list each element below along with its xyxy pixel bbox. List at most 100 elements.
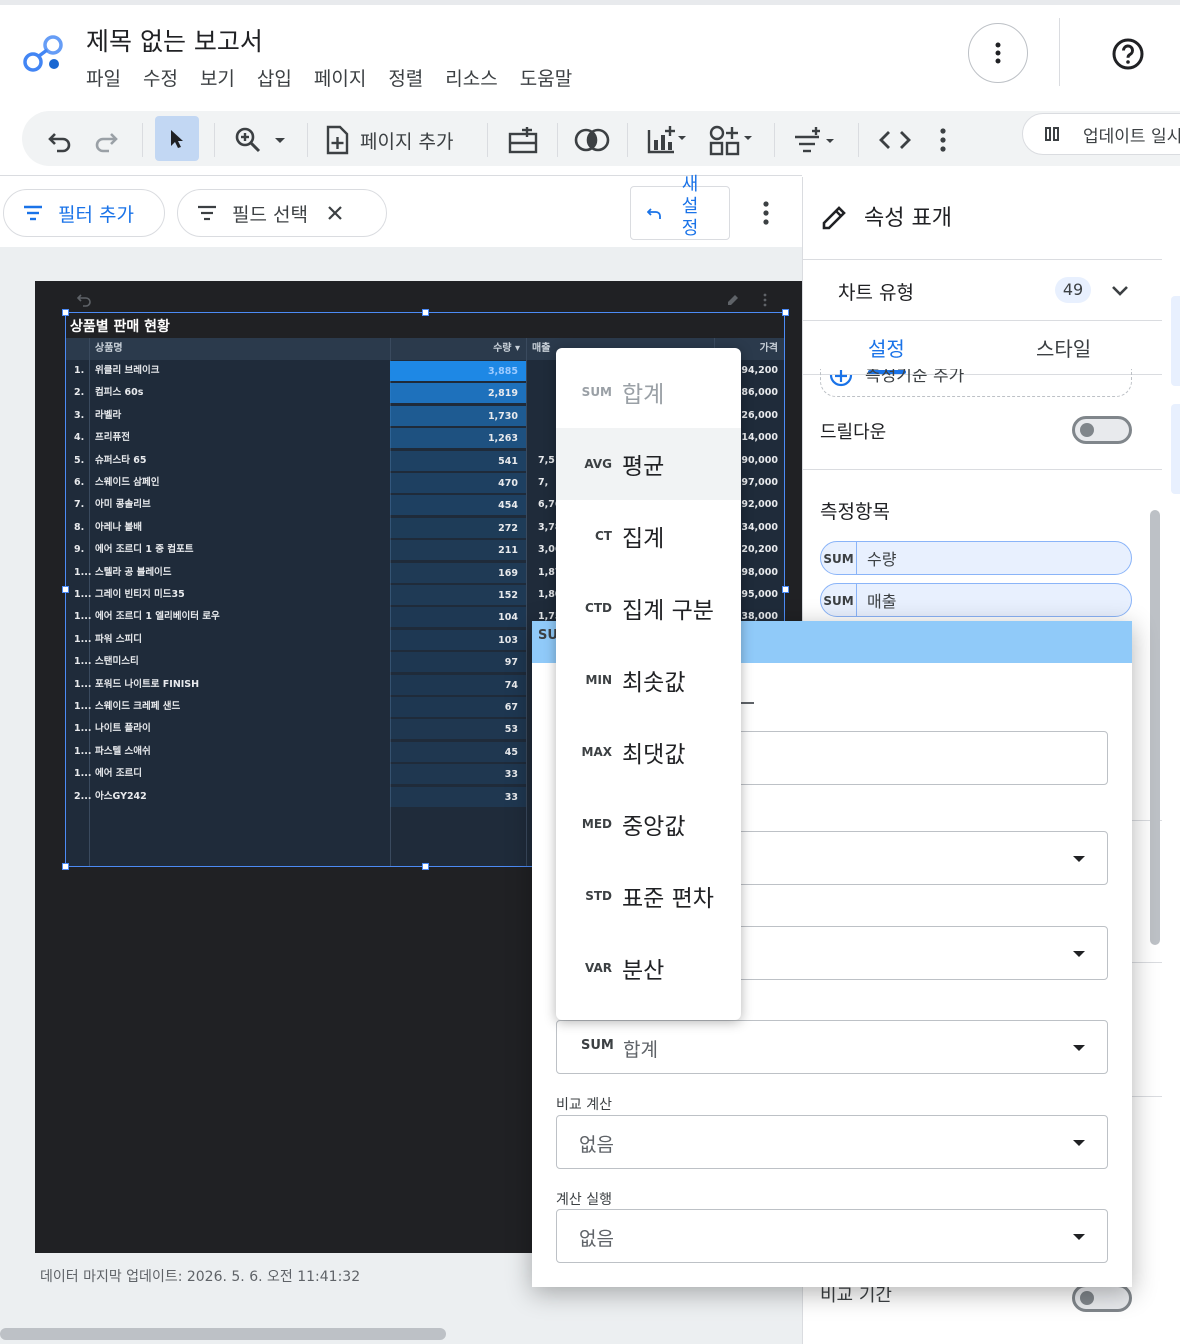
filter-add-icon: [795, 127, 834, 153]
resize-handle[interactable]: [782, 309, 789, 316]
menu-page[interactable]: 페이지: [314, 64, 366, 91]
add-dimension-button[interactable]: 측정기준 추가: [820, 369, 1132, 397]
running-calc-value: 없음: [579, 1228, 614, 1250]
menu-view[interactable]: 보기: [200, 64, 235, 91]
column-header-qty[interactable]: 수량 ▾: [390, 338, 520, 360]
add-filter-chip[interactable]: 필터 추가: [3, 189, 165, 237]
agg-menu-item-ct[interactable]: CT 집계: [556, 500, 741, 572]
menu-arrange[interactable]: 정렬: [388, 64, 423, 91]
chart-edit-icon[interactable]: [726, 293, 740, 307]
row-rank: 1...: [74, 656, 92, 668]
aggregation-value: 합계: [623, 1039, 658, 1061]
toolbar-more-button[interactable]: [928, 121, 958, 159]
metric-chip-revenue[interactable]: SUM 매출: [820, 583, 1132, 617]
agg-label: 평균: [622, 454, 665, 480]
menu-file[interactable]: 파일: [86, 64, 121, 91]
row-rank: 7.: [74, 499, 85, 511]
compare-period-toggle[interactable]: [1072, 1284, 1132, 1312]
row-product-name: 에어 조르디 1 중 컴포트: [95, 544, 194, 556]
looker-studio-logo-icon[interactable]: [22, 32, 66, 76]
row-product-name: 파스텔 스애쉬: [95, 745, 151, 757]
row-rank: 1...: [74, 723, 92, 735]
compare-calc-label: 비교 계산: [556, 1097, 612, 1113]
help-icon[interactable]: [1108, 34, 1148, 74]
add-control-button[interactable]: [706, 121, 758, 159]
zoom-button[interactable]: [228, 121, 294, 159]
column-header-name[interactable]: 상품명: [95, 338, 123, 360]
add-page-button[interactable]: 페이지 추가: [324, 121, 474, 159]
agg-menu-item-std[interactable]: STD 표준 편차: [556, 860, 741, 932]
filterbar-more-button[interactable]: [756, 198, 776, 228]
agg-code: MED: [581, 817, 612, 831]
row-rank: 1...: [74, 768, 92, 780]
resize-handle[interactable]: [62, 309, 69, 316]
undo-button[interactable]: [40, 121, 80, 159]
close-icon[interactable]: [326, 204, 344, 222]
toolbar-divider: [307, 123, 308, 157]
app-window: 제목 없는 보고서 파일 수정 보기 삽입 페이지 정렬 리소스 도움말 페이지…: [0, 0, 1180, 1344]
agg-menu-item-med[interactable]: MED 중앙값: [556, 788, 741, 860]
resize-handle[interactable]: [782, 586, 789, 593]
resize-handle[interactable]: [422, 309, 429, 316]
row-product-name: 아스GY242: [95, 790, 147, 802]
row-qty-cell: 272: [390, 517, 526, 538]
menu-resource[interactable]: 리소스: [445, 64, 497, 91]
row-rank: 1.: [74, 365, 85, 376]
redo-button[interactable]: [86, 121, 126, 159]
metric-chip-qty[interactable]: SUM 수량: [820, 541, 1132, 575]
row-product-name: 포워드 나이트로 FINISH: [95, 678, 200, 690]
chart-undo-icon[interactable]: [76, 293, 94, 307]
add-filter-control-button[interactable]: [790, 121, 842, 159]
row-product-name: 아레나 볼배: [95, 521, 143, 533]
row-rank: 1...: [74, 678, 92, 690]
more-options-button[interactable]: [968, 23, 1028, 83]
report-title[interactable]: 제목 없는 보고서: [86, 22, 263, 58]
menu-edit[interactable]: 수정: [143, 64, 178, 91]
row-qty-cell: 104: [390, 607, 526, 628]
drilldown-label: 드릴다운: [820, 422, 887, 443]
side-rail-tab[interactable]: [1171, 404, 1180, 494]
horizontal-scrollbar[interactable]: [0, 1328, 446, 1340]
filter-bar: 필터 추가 필드 선택 새 설 정: [0, 174, 802, 247]
agg-menu-item-min[interactable]: MIN 최솟값: [556, 644, 741, 716]
resize-handle[interactable]: [422, 863, 429, 870]
chart-more-icon[interactable]: [762, 293, 768, 307]
agg-menu-item-max[interactable]: MAX 최댓값: [556, 716, 741, 788]
agg-menu-item-sum[interactable]: SUM 합계: [556, 356, 741, 428]
chevron-down-icon[interactable]: [1110, 284, 1130, 298]
drilldown-toggle[interactable]: [1072, 416, 1132, 444]
reset-button[interactable]: 새 설 정: [630, 174, 730, 240]
tab-style[interactable]: 스타일: [1036, 333, 1091, 362]
add-section-button[interactable]: [502, 121, 544, 159]
blend-data-button[interactable]: [570, 121, 614, 159]
menu-insert[interactable]: 삽입: [257, 64, 292, 91]
code-brackets-icon: [879, 131, 911, 149]
select-tool-button[interactable]: [155, 116, 199, 161]
row-rank: 1...: [74, 633, 92, 645]
embed-code-button[interactable]: [872, 121, 918, 159]
tab-setup[interactable]: 설정: [868, 333, 905, 362]
menu-help[interactable]: 도움말: [520, 64, 572, 91]
pause-updates-button[interactable]: 업데이트 일시: [1022, 113, 1180, 155]
agg-code: MAX: [581, 745, 612, 759]
side-rail-tab[interactable]: [1171, 296, 1180, 386]
compare-calc-select[interactable]: 없음: [556, 1115, 1108, 1169]
aggregation-select[interactable]: SUM 합계: [556, 1020, 1108, 1074]
column-header-revenue[interactable]: 매출: [532, 338, 550, 360]
row-price: 834,000: [734, 521, 778, 533]
running-calc-select[interactable]: 없음: [556, 1209, 1108, 1263]
row-qty-cell: 470: [390, 473, 526, 493]
panel-divider: [802, 469, 1162, 470]
agg-menu-item-avg[interactable]: AVG 평균: [556, 428, 741, 500]
agg-menu-item-var[interactable]: VAR 분산: [556, 932, 741, 1004]
panel-vertical-scrollbar[interactable]: [1150, 510, 1160, 945]
metric-agg-badge[interactable]: SUM: [821, 542, 857, 574]
metric-agg-badge[interactable]: SUM: [821, 584, 857, 616]
add-chart-button[interactable]: [642, 121, 694, 159]
field-select-chip[interactable]: 필드 선택: [177, 189, 387, 237]
resize-handle[interactable]: [62, 863, 69, 870]
column-header-price[interactable]: 가격: [760, 338, 778, 360]
row-revenue: 7,: [538, 477, 549, 488]
resize-handle[interactable]: [62, 586, 69, 593]
agg-menu-item-ctd[interactable]: CTD 집계 구분: [556, 572, 741, 644]
